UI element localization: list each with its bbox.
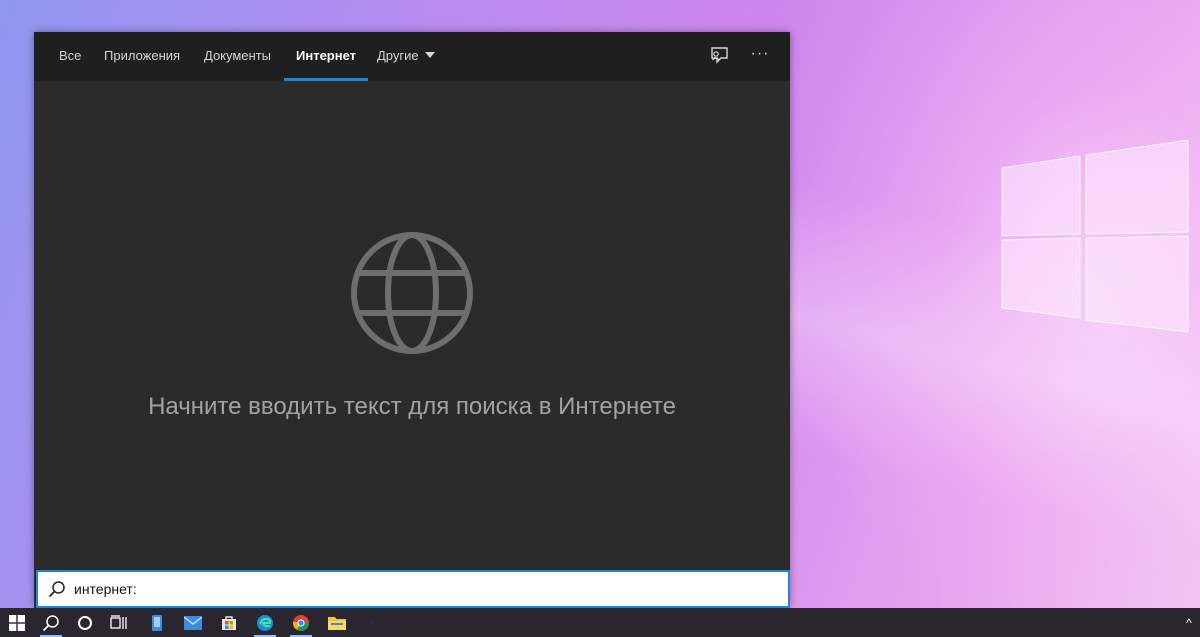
mail-icon xyxy=(184,615,202,630)
taskbar-app-button[interactable] xyxy=(356,608,390,637)
search-tabs-bar: Все Приложения Документы Интернет Другие… xyxy=(34,32,790,81)
chrome-app-button[interactable] xyxy=(284,608,318,637)
search-icon xyxy=(42,614,59,631)
search-box[interactable] xyxy=(36,570,790,608)
task-view-icon xyxy=(110,614,127,629)
edge-icon xyxy=(257,614,273,631)
search-icon xyxy=(48,581,65,598)
file-explorer-button[interactable] xyxy=(320,608,354,637)
cortana-button[interactable] xyxy=(68,608,102,637)
tab-documents-label: Документы xyxy=(204,48,272,63)
windows-logo-wallpaper xyxy=(1001,140,1189,333)
more-options-button[interactable]: ··· xyxy=(747,43,773,69)
tab-documents[interactable]: Документы xyxy=(204,32,271,81)
taskbar: ^ xyxy=(0,608,1200,637)
more-icon: ··· xyxy=(750,45,770,62)
taskbar-search-button[interactable] xyxy=(34,608,68,637)
tab-all[interactable]: Все xyxy=(59,32,81,81)
tab-apps[interactable]: Приложения xyxy=(104,32,180,81)
tab-web[interactable]: Интернет xyxy=(284,32,369,81)
active-tab-indicator xyxy=(284,78,369,81)
phone-icon xyxy=(152,614,162,631)
app-icon xyxy=(370,620,376,625)
store-app-button[interactable] xyxy=(212,608,246,637)
globe-icon xyxy=(351,232,473,354)
tab-all-label: Все xyxy=(59,48,82,63)
feedback-button[interactable] xyxy=(706,43,732,69)
edge-app-button[interactable] xyxy=(248,608,282,637)
tray-show-hidden-icons[interactable]: ^ xyxy=(1178,608,1200,637)
search-panel: Все Приложения Документы Интернет Другие… xyxy=(34,32,790,608)
mail-app-button[interactable] xyxy=(176,608,210,637)
tab-apps-label: Приложения xyxy=(104,48,181,63)
tab-web-label: Интернет xyxy=(296,48,357,63)
chevron-up-icon: ^ xyxy=(1186,615,1192,630)
cortana-icon xyxy=(78,615,92,630)
windows-start-icon xyxy=(9,614,25,631)
search-input[interactable] xyxy=(74,572,774,606)
tab-more-label: Другие xyxy=(377,48,419,63)
chevron-down-icon xyxy=(424,52,435,58)
tab-more-dropdown[interactable]: Другие xyxy=(377,32,435,81)
chrome-icon xyxy=(292,614,309,631)
task-view-button[interactable] xyxy=(102,608,136,637)
store-icon xyxy=(222,615,236,630)
feedback-icon xyxy=(711,47,728,64)
start-button[interactable] xyxy=(0,608,34,637)
file-explorer-icon xyxy=(328,617,346,630)
phone-app-button[interactable] xyxy=(140,608,174,637)
search-hint-text: Начните вводить текст для поиска в Интер… xyxy=(148,393,676,420)
